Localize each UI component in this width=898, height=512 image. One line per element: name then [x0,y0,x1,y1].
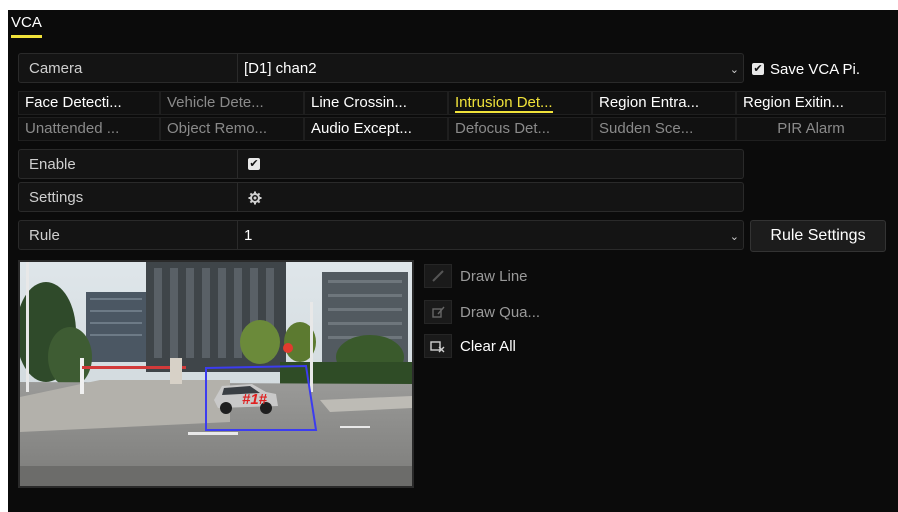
check-icon: ✔ [752,63,764,75]
save-vca-pic-checkbox[interactable]: ✔ Save VCA Pi. [752,60,860,78]
save-vca-pic-label: Save VCA Pi. [770,60,861,78]
draw-quadrilateral-icon [424,300,452,324]
pencil-icon [424,264,452,288]
enable-label: Enable [29,156,76,173]
tab-label: Face Detecti... [25,94,122,111]
tab-region-entra[interactable]: Region Entra... [592,91,736,115]
camera-value: [D1] chan2 [244,60,317,77]
settings-cell [237,183,745,211]
tab-unattended: Unattended ... [18,117,160,141]
camera-select[interactable]: [D1] chan2 ⌄ [237,54,745,82]
rule-settings-button[interactable]: Rule Settings [750,220,886,252]
chevron-down-icon: ⌄ [729,231,739,243]
tab-label: Sudden Sce... [599,120,694,137]
tab-region-exitin[interactable]: Region Exitin... [736,91,886,115]
rule-select[interactable]: 1 ⌄ [237,221,745,249]
tab-label: Defocus Det... [455,120,551,137]
rule-label: Rule [29,227,60,244]
clear-all-icon [424,334,452,358]
enable-checkbox[interactable]: ✔ [248,158,260,170]
rule-row: Rule 1 ⌄ [18,220,744,250]
camera-snapshot: #1# [16,262,412,486]
region-label: #1# [242,391,268,408]
tab-label: Unattended ... [25,120,120,137]
clear-all-label: Clear All [460,337,516,355]
draw-quadrilateral-label: Draw Qua... [460,303,541,321]
tab-label: Audio Except... [311,120,412,137]
tab-label: Intrusion Det... [455,94,553,113]
tab-pir-alarm: PIR Alarm [736,117,886,141]
tab-label: Vehicle Dete... [167,94,264,111]
settings-label: Settings [29,189,84,206]
camera-label: Camera [29,60,83,77]
gear-icon[interactable] [248,191,262,205]
tab-face-detecti[interactable]: Face Detecti... [18,91,160,115]
enable-row: Enable ✔ [18,149,744,179]
tab-vehicle-dete: Vehicle Dete... [160,91,304,115]
tab-intrusion-det[interactable]: Intrusion Det... [448,91,592,115]
video-preview[interactable]: #1# [16,260,414,488]
tab-label: Region Exitin... [743,94,844,111]
tab-object-remo: Object Remo... [160,117,304,141]
tab-label: Object Remo... [167,120,268,137]
tab-line-crossin[interactable]: Line Crossin... [304,91,448,115]
page-title: VCA [11,15,42,38]
tab-label: PIR Alarm [777,120,845,137]
tab-label: Line Crossin... [311,94,407,111]
settings-row: Settings [18,182,744,212]
rule-value: 1 [244,227,253,244]
tab-label: Region Entra... [599,94,700,111]
clear-all-button[interactable]: Clear All [424,334,516,358]
tab-audio-except[interactable]: Audio Except... [304,117,448,141]
draw-line-label: Draw Line [460,267,528,285]
tab-defocus-det: Defocus Det... [448,117,592,141]
vca-panel: VCA Camera [D1] chan2 ⌄ ✔ Save VCA Pi. F… [8,10,898,512]
draw-line-button[interactable]: Draw Line [424,264,528,288]
chevron-down-icon: ⌄ [729,64,739,76]
camera-row: Camera [D1] chan2 ⌄ [18,53,744,83]
tab-sudden-sce: Sudden Sce... [592,117,736,141]
enable-cell: ✔ [237,150,745,178]
draw-quadrilateral-button[interactable]: Draw Qua... [424,300,540,324]
